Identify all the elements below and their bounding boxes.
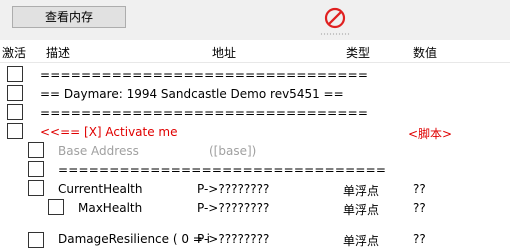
active-checkbox[interactable] xyxy=(7,104,23,120)
splitter-grip[interactable] xyxy=(320,33,350,35)
row-address: ([base]) xyxy=(209,144,257,158)
table-row[interactable]: CurrentHealth P->???????? 单浮点 ?? xyxy=(0,180,510,199)
active-checkbox[interactable] xyxy=(48,199,64,215)
active-checkbox[interactable] xyxy=(7,123,23,139)
row-description: CurrentHealth xyxy=(58,182,143,196)
row-value: <脚本> xyxy=(408,127,453,141)
column-value[interactable]: 数值 xyxy=(413,44,437,61)
memory-view-button[interactable]: 查看内存 xyxy=(12,6,126,28)
active-checkbox[interactable] xyxy=(7,66,23,82)
active-checkbox[interactable] xyxy=(28,142,44,158)
table-row[interactable]: <<== [X] Activate me <脚本> xyxy=(0,123,510,142)
row-description: Base Address xyxy=(58,144,139,158)
row-description: ================================ xyxy=(40,106,369,120)
row-description: MaxHealth xyxy=(78,201,143,215)
row-address: P->???????? xyxy=(197,232,270,246)
row-value: ?? xyxy=(413,182,426,196)
table-header: 激活 描述 地址 类型 数值 xyxy=(0,40,510,63)
row-type: 单浮点 xyxy=(343,234,380,248)
column-description[interactable]: 描述 xyxy=(46,44,70,61)
table-row[interactable]: DamageResilience ( 0 = i P->???????? 单浮点… xyxy=(0,232,510,251)
table-row[interactable]: Base Address ([base]) xyxy=(0,142,510,161)
table-row[interactable]: ================================ xyxy=(0,161,510,180)
row-type: 单浮点 xyxy=(343,184,380,198)
row-description: ================================ xyxy=(40,68,369,82)
table-row[interactable]: ================================ xyxy=(0,66,510,85)
row-value: ?? xyxy=(413,232,426,246)
row-description: <<== [X] Activate me xyxy=(40,125,178,139)
active-checkbox[interactable] xyxy=(28,161,44,177)
row-address: P->???????? xyxy=(197,201,270,215)
row-type: 单浮点 xyxy=(343,203,380,217)
row-description: ================================ xyxy=(58,163,387,177)
row-value: ?? xyxy=(413,201,426,215)
table-row[interactable]: ================================ xyxy=(0,104,510,123)
active-checkbox[interactable] xyxy=(28,232,44,248)
active-checkbox[interactable] xyxy=(7,85,23,101)
column-active[interactable]: 激活 xyxy=(2,44,26,61)
no-entry-icon[interactable] xyxy=(322,5,348,31)
active-checkbox[interactable] xyxy=(28,180,44,196)
column-type[interactable]: 类型 xyxy=(346,44,370,61)
table-row[interactable]: == Daymare: 1994 Sandcastle Demo rev5451… xyxy=(0,85,510,104)
column-address[interactable]: 地址 xyxy=(212,44,236,61)
toolbar: 查看内存 xyxy=(0,0,510,41)
row-description: DamageResilience ( 0 = i xyxy=(58,232,211,246)
row-address: P->???????? xyxy=(197,182,270,196)
table-row[interactable]: MaxHealth P->???????? 单浮点 ?? xyxy=(0,199,510,218)
row-description: == Daymare: 1994 Sandcastle Demo rev5451… xyxy=(40,87,344,101)
